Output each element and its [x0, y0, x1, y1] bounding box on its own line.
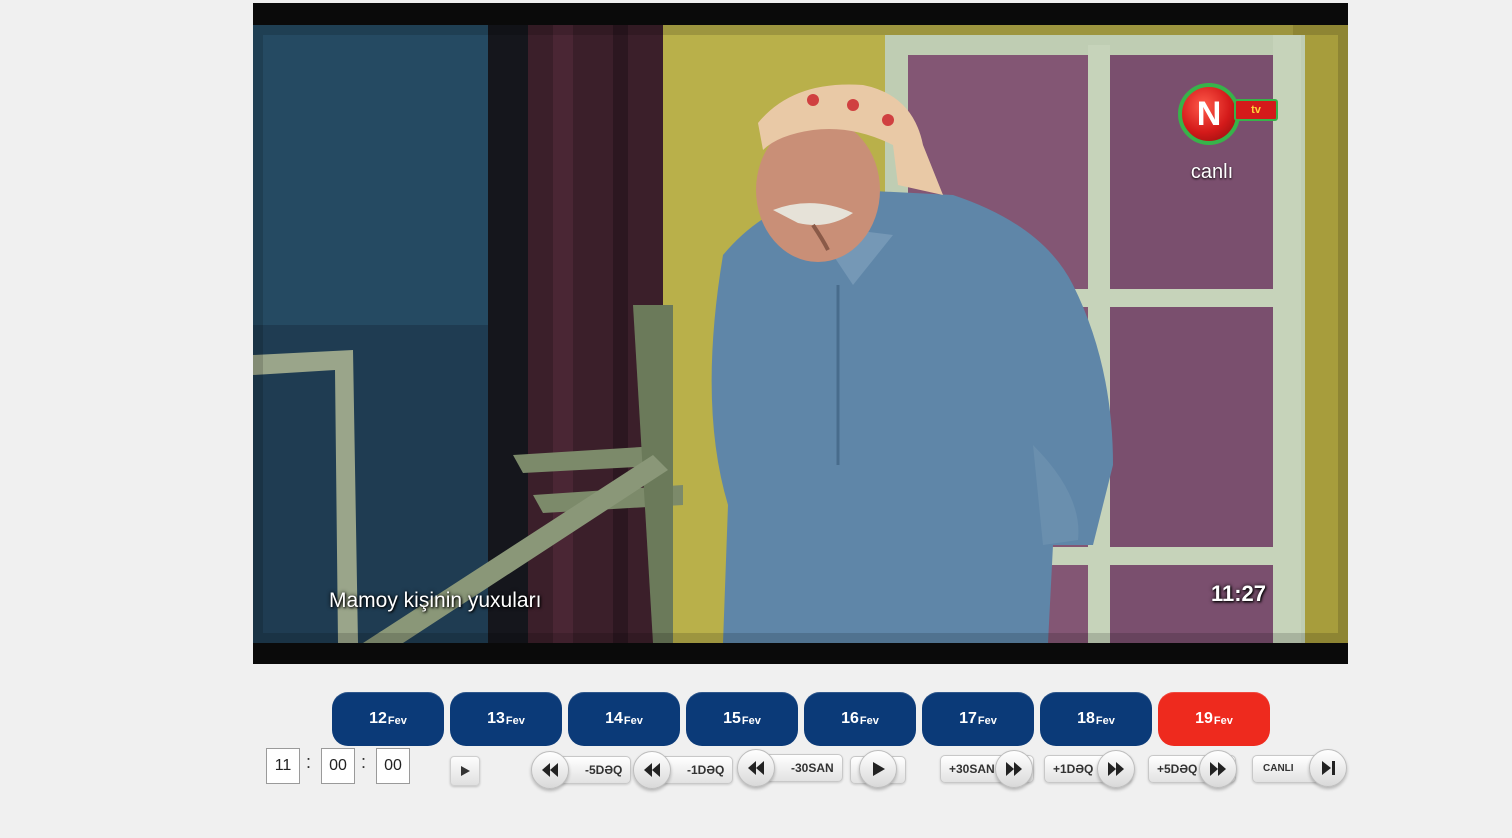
- forward-1min-icon-button[interactable]: [1097, 750, 1135, 788]
- minutes-input[interactable]: [321, 748, 355, 784]
- rewind-30sec-icon-button[interactable]: [737, 749, 775, 787]
- day-button-18[interactable]: 18 Fev: [1040, 692, 1152, 746]
- channel-logo: N tv canlı: [1168, 77, 1278, 187]
- broadcast-clock: 11:27: [1210, 581, 1266, 606]
- day-month: Fev: [387, 714, 407, 727]
- day-number: 12: [369, 710, 387, 727]
- day-button-19-active[interactable]: 19 Fev: [1158, 692, 1270, 746]
- time-separator: :: [361, 752, 367, 772]
- skip-to-end-icon: [1322, 761, 1335, 775]
- day-month: Fev: [1213, 714, 1233, 727]
- day-selector: 12 Fev 13 Fev 14 Fev 15 Fev 16 Fev 17 Fev 18 Fe…: [332, 692, 1270, 746]
- video-frame[interactable]: N tv canlı Mamoy kişinin yuxuları 11:27: [253, 25, 1348, 643]
- go-to-time-button[interactable]: [450, 756, 480, 786]
- day-number: 16: [841, 710, 859, 727]
- day-button-17[interactable]: 17 Fev: [922, 692, 1034, 746]
- play-icon: [873, 762, 885, 776]
- day-number: 13: [487, 710, 505, 727]
- day-button-13[interactable]: 13 Fev: [450, 692, 562, 746]
- program-title-caption: Mamoy kişinin yuxuları: [329, 589, 542, 612]
- fast-forward-icon: [1210, 762, 1226, 776]
- channel-logo-tv-tag: tv: [1234, 99, 1278, 121]
- day-month: Fev: [1095, 714, 1115, 727]
- day-number: 17: [959, 710, 977, 727]
- fast-forward-icon: [1006, 762, 1022, 776]
- day-button-15[interactable]: 15 Fev: [686, 692, 798, 746]
- day-month: Fev: [977, 714, 997, 727]
- day-number: 15: [723, 710, 741, 727]
- day-button-16[interactable]: 16 Fev: [804, 692, 916, 746]
- rewind-icon: [542, 763, 558, 777]
- play-button[interactable]: [859, 750, 897, 788]
- day-number: 14: [605, 710, 623, 727]
- time-separator: :: [306, 752, 312, 772]
- rewind-icon: [748, 761, 764, 775]
- forward-5min-icon-button[interactable]: [1199, 750, 1237, 788]
- day-month: Fev: [623, 714, 643, 727]
- play-icon: [461, 766, 470, 776]
- day-month: Fev: [859, 714, 879, 727]
- day-month: Fev: [505, 714, 525, 727]
- day-button-12[interactable]: 12 Fev: [332, 692, 444, 746]
- day-month: Fev: [741, 714, 761, 727]
- hours-input[interactable]: [266, 748, 300, 784]
- video-player[interactable]: N tv canlı Mamoy kişinin yuxuları 11:27: [253, 3, 1348, 664]
- go-live-icon-button[interactable]: [1309, 749, 1347, 787]
- forward-30sec-icon-button[interactable]: [995, 750, 1033, 788]
- rewind-5min-icon-button[interactable]: [531, 751, 569, 789]
- rewind-1min-icon-button[interactable]: [633, 751, 671, 789]
- day-number: 19: [1195, 710, 1213, 727]
- live-indicator-label: canlı: [1190, 161, 1234, 183]
- fast-forward-icon: [1108, 762, 1124, 776]
- seconds-input[interactable]: [376, 748, 410, 784]
- day-button-14[interactable]: 14 Fev: [568, 692, 680, 746]
- day-number: 18: [1077, 710, 1095, 727]
- rewind-icon: [644, 763, 660, 777]
- channel-logo-badge: N: [1178, 83, 1240, 145]
